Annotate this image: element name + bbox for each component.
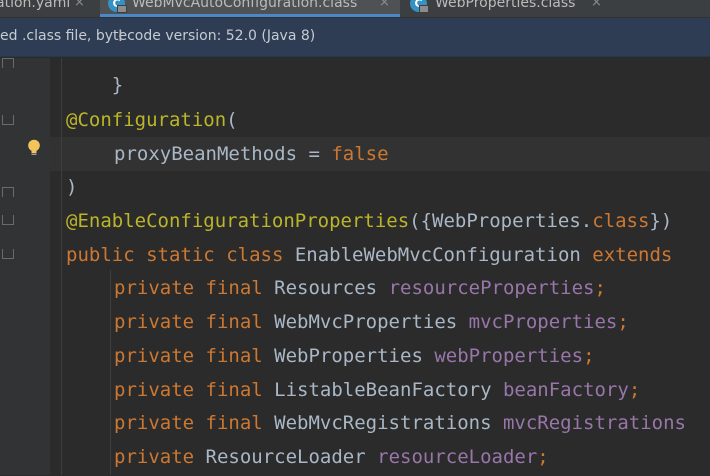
keyword: false xyxy=(331,143,389,165)
indent-guide xyxy=(61,58,62,475)
code-text: ({WebProperties. xyxy=(409,210,593,232)
field-line: private ResourceLoader resourceLoader; xyxy=(114,440,549,474)
close-icon[interactable]: × xyxy=(379,0,390,9)
semicolon: ; xyxy=(583,345,595,367)
class-name: EnableWebMvcConfiguration xyxy=(294,244,581,266)
annotation: @Configuration xyxy=(66,109,227,131)
field-type: WebProperties xyxy=(274,345,423,367)
code-text: }) xyxy=(649,210,673,232)
field-line: private final ListableBeanFactory beanFa… xyxy=(114,373,640,407)
close-icon[interactable]: × xyxy=(74,0,85,9)
field-name: webProperties xyxy=(434,345,584,367)
semicolon: ; xyxy=(537,446,549,468)
field-type: Resources xyxy=(274,277,378,299)
modifiers: private final xyxy=(114,412,263,434)
closing-brace: } xyxy=(111,74,124,96)
code-line: @Configuration( xyxy=(66,103,238,137)
semicolon: ; xyxy=(594,277,606,299)
class-file-icon: C xyxy=(108,0,127,13)
modifiers: private final xyxy=(114,345,263,367)
paren: ( xyxy=(226,109,238,131)
field-name: mvcRegistrations xyxy=(502,412,686,434)
field-name: resourceLoader xyxy=(377,446,538,468)
paren: ) xyxy=(66,176,78,198)
code-line: public static class EnableWebMvcConfigur… xyxy=(66,238,672,272)
code-line: ) xyxy=(66,170,77,204)
operator: = xyxy=(297,143,332,165)
code-editor[interactable]: } @Configuration( proxyBeanMethods = fal… xyxy=(0,0,686,476)
keyword: extends xyxy=(592,244,673,266)
code-line: @EnableConfigurationProperties({WebPrope… xyxy=(66,204,672,238)
keyword: static xyxy=(146,244,215,266)
annotation-param: proxyBeanMethods xyxy=(114,143,298,165)
modifiers: private xyxy=(114,446,195,468)
field-line: private final WebMvcRegistrations mvcReg… xyxy=(114,406,686,440)
semicolon: ; xyxy=(617,311,629,333)
field-type: WebMvcProperties xyxy=(274,311,458,333)
keyword: class xyxy=(226,244,284,266)
tab-label: WebMvcAutoConfiguration.class xyxy=(132,0,358,11)
field-name: beanFactory xyxy=(502,379,629,401)
modifiers: private final xyxy=(114,277,263,299)
banner-text: ed .class file, bytecode version: 52.0 (… xyxy=(0,28,316,44)
modifiers: private final xyxy=(114,311,263,333)
semicolon: ; xyxy=(628,379,641,401)
modifiers: private final xyxy=(114,379,263,401)
field-line: private final WebMvcProperties mvcProper… xyxy=(114,305,629,339)
field-type: ResourceLoader xyxy=(205,446,366,468)
field-type: WebMvcRegistrations xyxy=(274,412,492,434)
field-type: ListableBeanFactory xyxy=(274,379,492,401)
lightbulb-icon[interactable] xyxy=(27,139,41,157)
tab-webmvcautoconfiguration-class[interactable]: C WebMvcAutoConfiguration.class × xyxy=(100,0,400,17)
keyword: class xyxy=(592,210,650,232)
field-line: private final WebProperties webPropertie… xyxy=(114,339,595,373)
field-name: resourceProperties xyxy=(388,277,595,299)
field-name: mvcProperties xyxy=(468,311,618,333)
keyword: public xyxy=(66,244,135,266)
annotation: @EnableConfigurationProperties xyxy=(66,210,410,232)
close-icon[interactable]: × xyxy=(591,0,602,9)
tab-webproperties-class[interactable]: C WebProperties.class × xyxy=(402,0,710,17)
editor-tab-bar: ation.yaml × C WebMvcAutoConfiguration.c… xyxy=(0,0,710,18)
class-file-icon: C xyxy=(410,0,429,13)
code-line: proxyBeanMethods = false xyxy=(114,137,389,171)
field-line: private final Resources resourceProperti… xyxy=(114,271,606,305)
indent-guide xyxy=(110,270,111,475)
tab-label: WebProperties.class xyxy=(435,0,576,11)
